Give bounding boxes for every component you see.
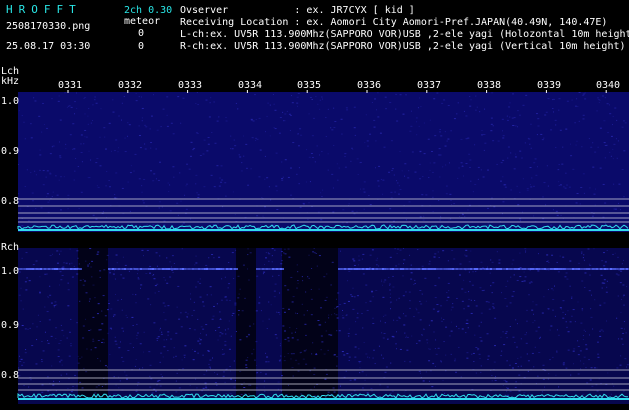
time-tick-0331: 0331 bbox=[58, 80, 83, 91]
rch-tick-0-9: 0.9 bbox=[1, 320, 20, 331]
time-tick-0332: 0332 bbox=[118, 80, 143, 91]
lch-tick-0-9: 0.9 bbox=[1, 146, 20, 157]
time-tick-0339: 0339 bbox=[537, 80, 562, 91]
time-tick-0333: 0333 bbox=[178, 80, 203, 91]
rch-spectrogram bbox=[18, 248, 629, 404]
time-tick-0338: 0338 bbox=[477, 80, 502, 91]
time-tick-0335: 0335 bbox=[297, 80, 322, 91]
rch-tick-0-8: 0.8 bbox=[1, 370, 20, 381]
lch-field bbox=[18, 92, 629, 232]
khz-unit-label: kHz bbox=[1, 76, 20, 87]
rch-tick-1-0: 1.0 bbox=[1, 266, 20, 277]
time-tick-0334: 0334 bbox=[238, 80, 263, 91]
spectrogram-plot bbox=[17, 90, 629, 404]
lch-tick-1-0: 1.0 bbox=[1, 96, 20, 107]
time-tick-0337: 0337 bbox=[417, 80, 442, 91]
lch-spectrogram bbox=[18, 92, 629, 232]
rch-label: Rch bbox=[1, 242, 20, 253]
time-tick-0336: 0336 bbox=[357, 80, 382, 91]
lch-tick-0-8: 0.8 bbox=[1, 196, 20, 207]
time-tick-0340: 0340 bbox=[596, 80, 621, 91]
